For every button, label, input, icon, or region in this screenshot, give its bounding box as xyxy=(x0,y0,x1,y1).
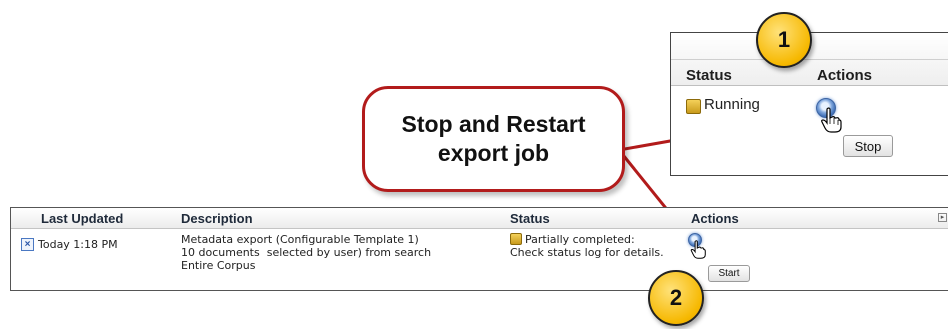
zoomed-actions-header: Actions xyxy=(817,67,873,84)
status-pending-icon xyxy=(510,233,522,245)
step-badge-1-label: 1 xyxy=(777,27,791,52)
row-description-line-3: Entire Corpus xyxy=(181,259,256,272)
zoomed-status-value: Running xyxy=(704,96,760,113)
expand-icon[interactable]: ▸ xyxy=(938,213,947,222)
row-last-updated: Today 1:18 PM xyxy=(38,238,118,251)
callout-line-1: Stop and Restart xyxy=(401,111,586,137)
header-description[interactable]: Description xyxy=(181,211,253,226)
callout-line-2: export job xyxy=(437,140,550,166)
row-status-line-1: Partially completed: xyxy=(525,233,635,246)
table-header-row: Last Updated Description Status Actions … xyxy=(11,208,948,229)
header-last-updated[interactable]: Last Updated xyxy=(41,211,123,226)
step-badge-1: 1 xyxy=(756,12,812,68)
stop-button[interactable]: Stop xyxy=(843,135,893,157)
callout-stop-restart: Stop and Restart export job xyxy=(362,86,625,192)
step-badge-2: 2 xyxy=(648,270,704,326)
row-description-line-2: 10 documents selected by user) from sear… xyxy=(181,246,432,259)
hand-cursor-icon xyxy=(821,107,842,133)
header-divider xyxy=(671,59,948,60)
step-badge-2-label: 2 xyxy=(669,285,683,310)
zoomed-running-job-panel: Status Actions Running xyxy=(670,32,948,176)
status-pending-icon xyxy=(686,99,701,114)
export-jobs-table: Last Updated Description Status Actions … xyxy=(10,207,948,291)
row-description-line-1: Metadata export (Configurable Template 1… xyxy=(181,233,419,246)
row-status-line-2: Check status log for details. xyxy=(510,246,664,259)
hand-cursor-icon xyxy=(690,240,706,259)
remove-x-icon[interactable]: × xyxy=(21,238,34,251)
header-status[interactable]: Status xyxy=(510,211,550,226)
start-button[interactable]: Start xyxy=(708,265,750,282)
header-actions[interactable]: Actions xyxy=(691,211,739,226)
zoomed-status-header: Status xyxy=(686,67,732,84)
